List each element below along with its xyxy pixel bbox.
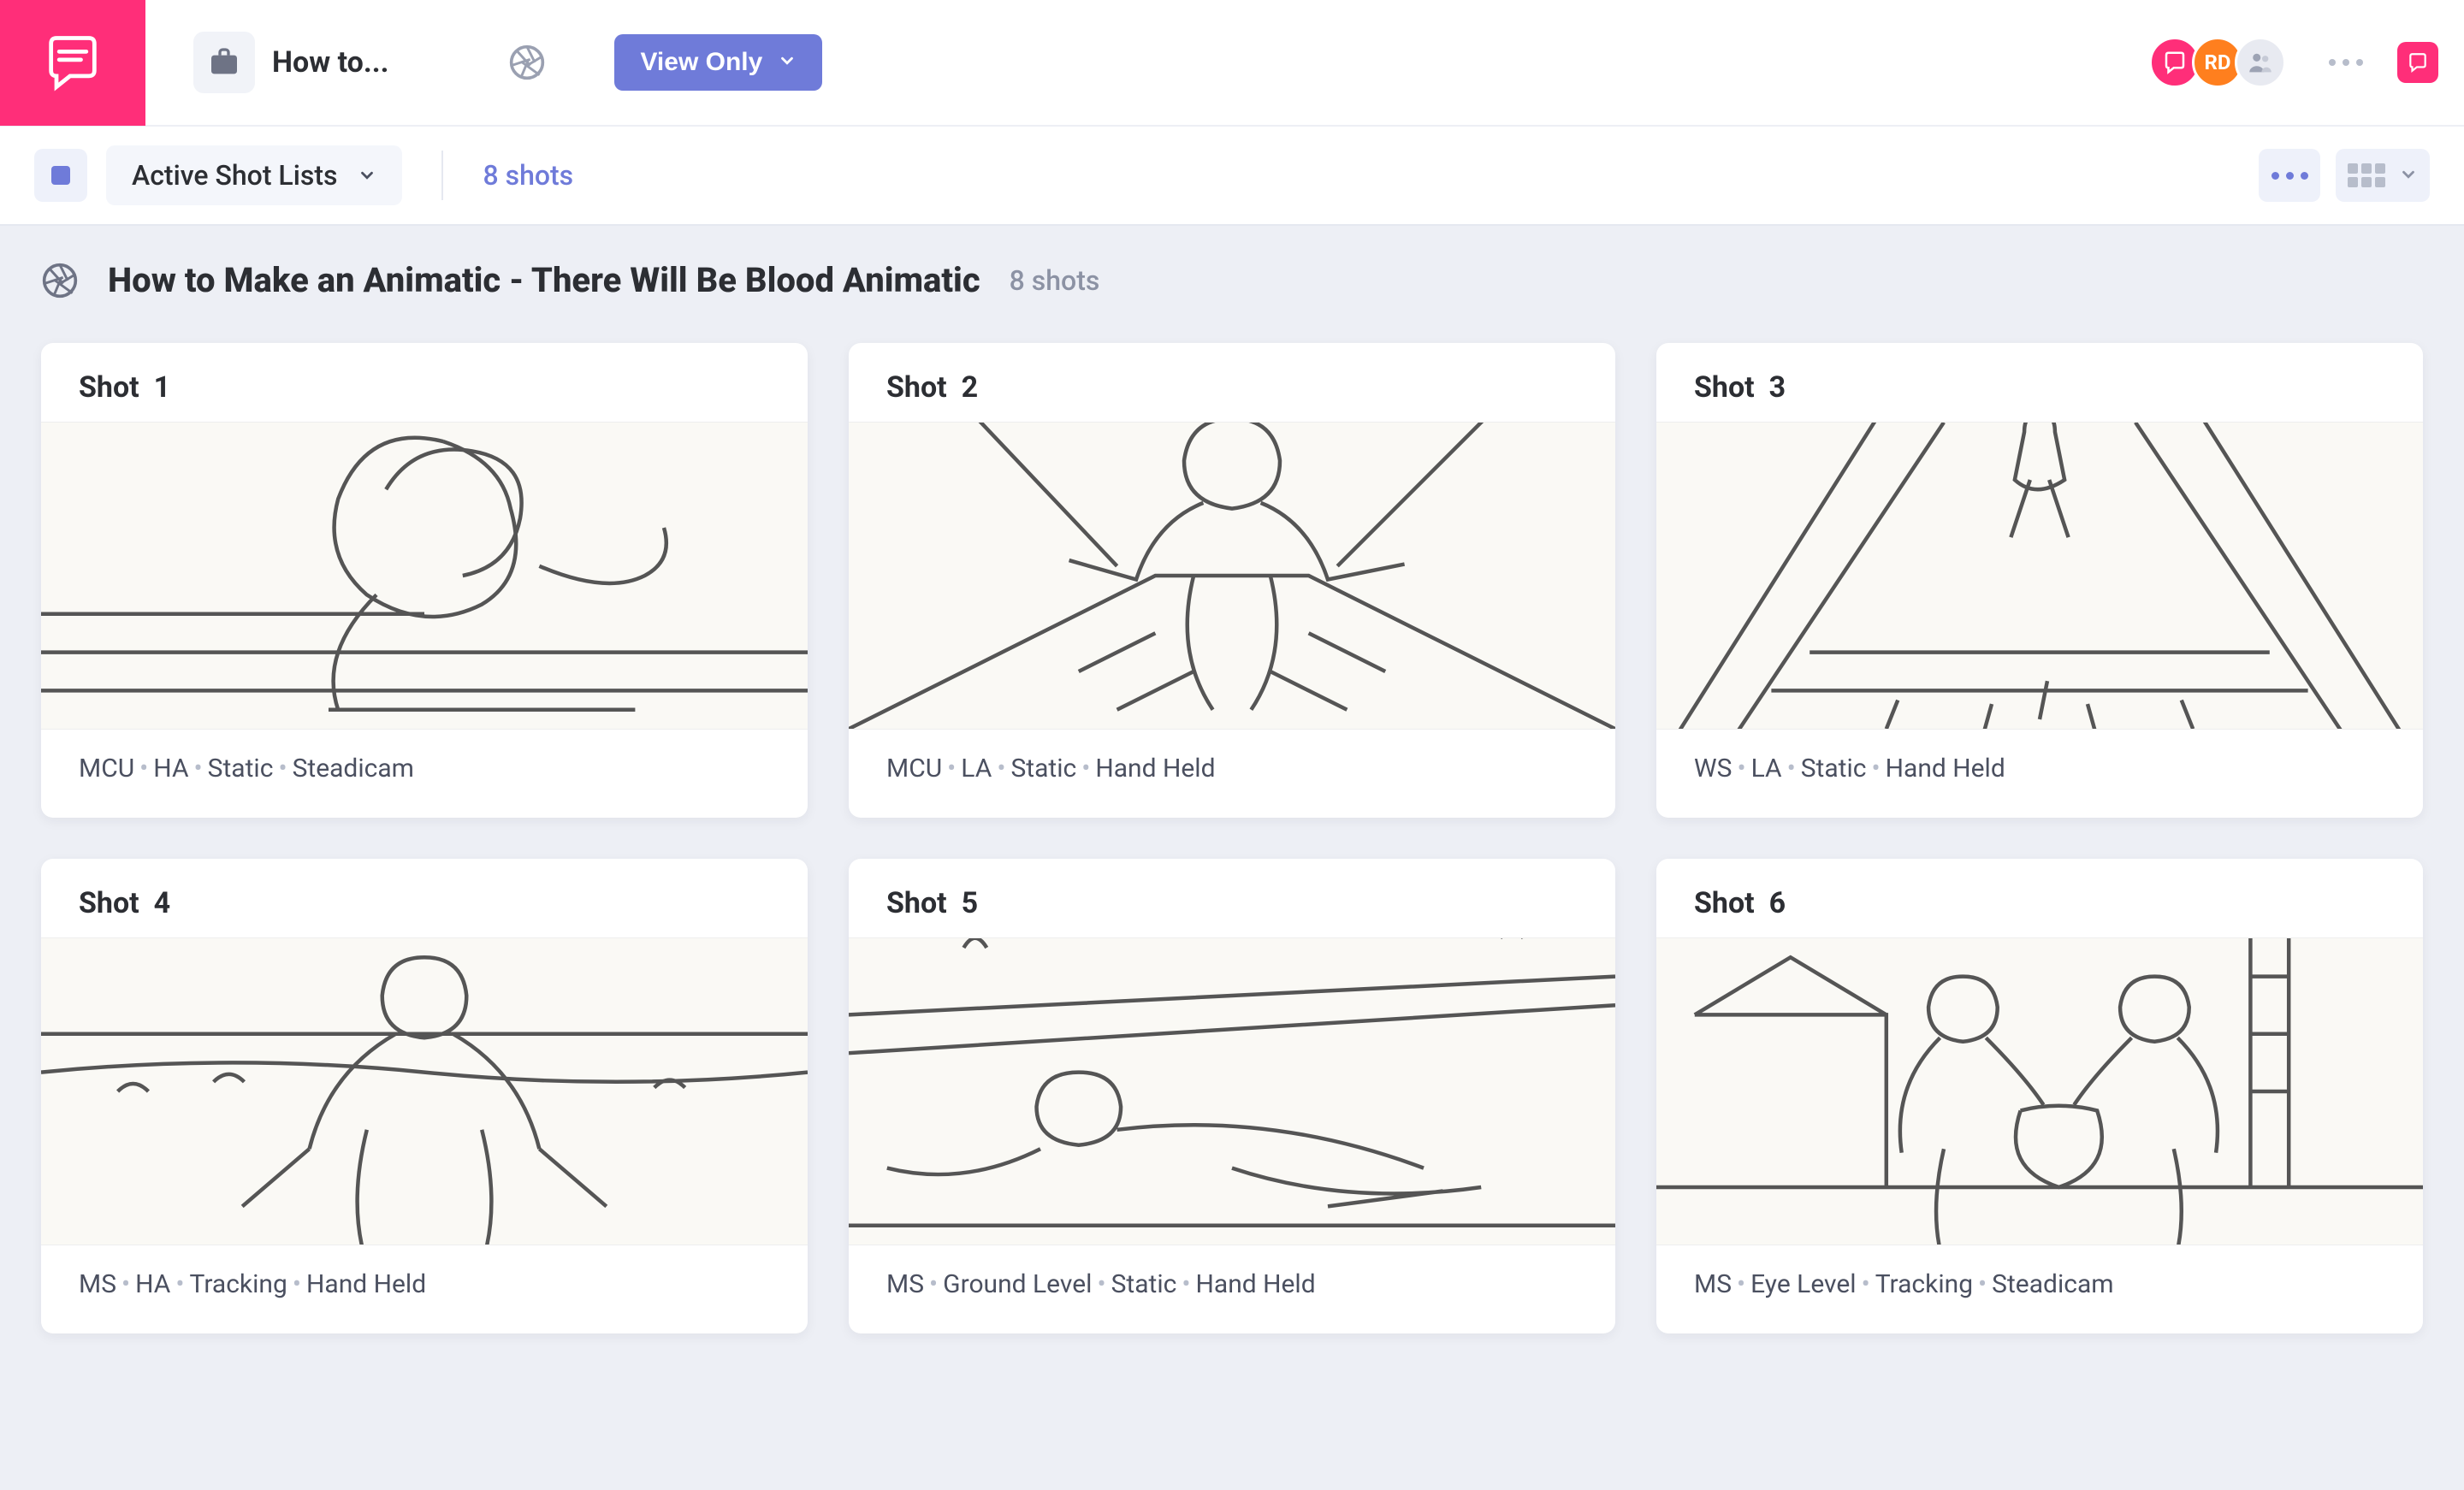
shot-title: Shot 2: [849, 343, 1615, 422]
shot-card[interactable]: Shot 1 MCU•HA•Static•Steadicam: [41, 343, 808, 818]
shot-meta: MS•Ground Level•Static•Hand Held: [849, 1245, 1615, 1333]
divider: [441, 151, 443, 200]
page-title: How to Make an Animatic - There Will Be …: [108, 260, 980, 300]
avatar-people-icon[interactable]: [2235, 37, 2286, 88]
shot-title: Shot 1: [41, 343, 808, 422]
filter-bar: Active Shot Lists 8 shots: [0, 127, 2464, 226]
shotlist-dropdown[interactable]: Active Shot Lists: [106, 145, 402, 205]
shot-card[interactable]: Shot 5 MS•Ground Level•Static•Hand Held: [849, 859, 1615, 1333]
shot-thumbnail: [1656, 937, 2423, 1245]
chevron-down-icon: [778, 48, 797, 77]
shot-title: Shot 5: [849, 859, 1615, 937]
shot-title: Shot 3: [1656, 343, 2423, 422]
shot-title: Shot 4: [41, 859, 808, 937]
layout-toggle[interactable]: [34, 149, 87, 202]
app-logo[interactable]: [0, 0, 145, 126]
page-subtitle: 8 shots: [1010, 264, 1100, 297]
top-bar: How to... View Only RD: [0, 0, 2464, 127]
shot-thumbnail: [849, 937, 1615, 1245]
chevron-down-icon: [358, 159, 376, 192]
project-chip[interactable]: How to...: [193, 32, 388, 93]
shot-card[interactable]: Shot 4 MS•HA•Tracking•Hand Held: [41, 859, 808, 1333]
shot-card[interactable]: Shot 2 MCU•LA•Static•Hand Held: [849, 343, 1615, 818]
grid-view-toggle[interactable]: [2336, 149, 2430, 202]
shot-meta: WS•LA•Static•Hand Held: [1656, 730, 2423, 818]
shot-meta: MS•HA•Tracking•Hand Held: [41, 1245, 808, 1333]
project-name: How to...: [272, 45, 388, 80]
shot-thumbnail: [41, 422, 808, 730]
shot-thumbnail: [41, 937, 808, 1245]
shot-title: Shot 6: [1656, 859, 2423, 937]
filter-more-button[interactable]: [2259, 149, 2320, 202]
view-mode-button[interactable]: View Only: [614, 34, 822, 91]
shot-count: 8 shots: [483, 159, 573, 192]
shot-meta: MS•Eye Level•Tracking•Steadicam: [1656, 1245, 2423, 1333]
shot-card[interactable]: Shot 3 WS•LA•Static•Hand Held: [1656, 343, 2423, 818]
shot-card[interactable]: Shot 6 MS•Eye Level•Tracking•Steadicam: [1656, 859, 2423, 1333]
shot-meta: MCU•HA•Static•Steadicam: [41, 730, 808, 818]
shotlist-dropdown-label: Active Shot Lists: [132, 159, 337, 192]
title-row: How to Make an Animatic - There Will Be …: [0, 226, 2464, 317]
chat-button[interactable]: [2397, 42, 2438, 83]
shots-grid: Shot 1 MCU•HA•Static•Steadicam Shot 2: [0, 317, 2464, 1385]
shot-meta: MCU•LA•Static•Hand Held: [849, 730, 1615, 818]
shot-thumbnail: [1656, 422, 2423, 730]
briefcase-icon: [193, 32, 255, 93]
shot-thumbnail: [849, 422, 1615, 730]
chevron-down-icon: [2399, 162, 2418, 190]
aperture-icon: [41, 262, 79, 299]
aperture-icon[interactable]: [508, 44, 546, 81]
more-menu-button[interactable]: [2312, 59, 2380, 66]
avatar-stack[interactable]: RD: [2158, 37, 2286, 88]
view-mode-label: View Only: [640, 48, 762, 77]
